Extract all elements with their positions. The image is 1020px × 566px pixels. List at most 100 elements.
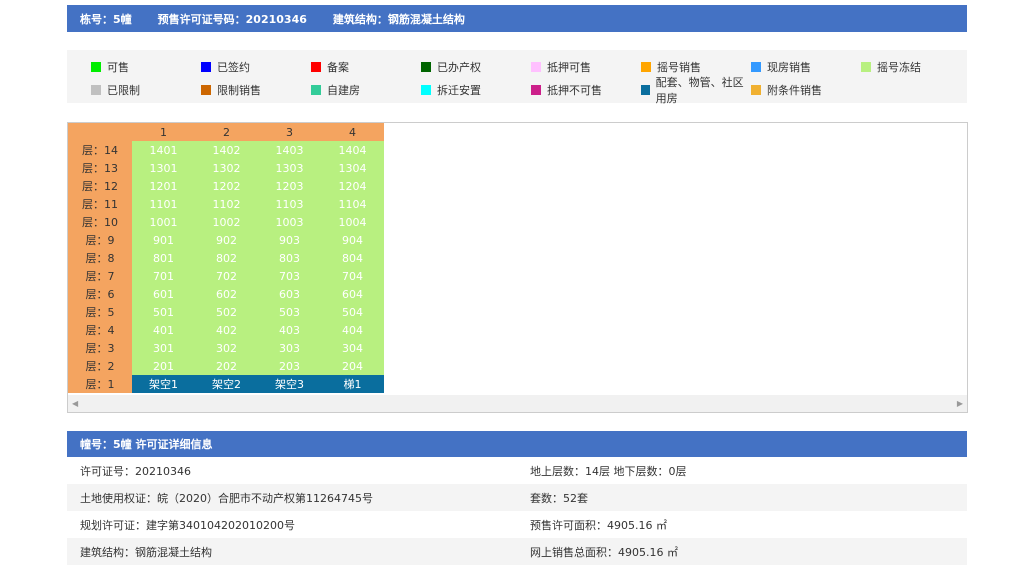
unit-cell[interactable]: 701: [132, 267, 195, 285]
unit-cell[interactable]: 1302: [195, 159, 258, 177]
scroll-right-icon[interactable]: ▶: [957, 399, 963, 408]
unit-cell[interactable]: 1102: [195, 195, 258, 213]
unit-cell[interactable]: 703: [258, 267, 321, 285]
floor-row: 层：7 701 702 703 704: [68, 267, 384, 285]
unit-cell[interactable]: 402: [195, 321, 258, 339]
unit-cell[interactable]: 304: [321, 339, 384, 357]
unit-cell[interactable]: 302: [195, 339, 258, 357]
unit-cell[interactable]: 1304: [321, 159, 384, 177]
unit-cell[interactable]: 601: [132, 285, 195, 303]
unit-cell[interactable]: 802: [195, 249, 258, 267]
unit-cell[interactable]: 502: [195, 303, 258, 321]
unit-cell[interactable]: 203: [258, 357, 321, 375]
unit-cell[interactable]: 1002: [195, 213, 258, 231]
unit-cell[interactable]: 1001: [132, 213, 195, 231]
floor-label: 层：13: [68, 159, 132, 177]
unit-cell[interactable]: 602: [195, 285, 258, 303]
unit-cell[interactable]: 204: [321, 357, 384, 375]
detail-field: 建筑结构：钢筋混凝土结构: [80, 545, 212, 559]
floor-label: 层：5: [68, 303, 132, 321]
floor-row: 层：8 801 802 803 804: [68, 249, 384, 267]
legend-swatch-icon: [641, 61, 651, 72]
floor-row: 层：6 601 602 603 604: [68, 285, 384, 303]
unit-cell[interactable]: 1101: [132, 195, 195, 213]
unit-cell[interactable]: 1303: [258, 159, 321, 177]
unit-cell[interactable]: 1103: [258, 195, 321, 213]
legend-swatch-icon: [751, 61, 761, 72]
floor-row: 层：12 1201 1202 1203 1204: [68, 177, 384, 195]
unit-cell[interactable]: 1402: [195, 141, 258, 159]
legend-item: 摇号冻结: [861, 55, 971, 78]
floor-label: 层：4: [68, 321, 132, 339]
column-header: 4: [321, 123, 384, 141]
detail-title: 幢号：5幢 许可证详细信息: [67, 431, 967, 457]
unit-cell[interactable]: 1204: [321, 177, 384, 195]
unit-cell[interactable]: 202: [195, 357, 258, 375]
unit-cell[interactable]: 梯1: [321, 375, 384, 393]
unit-cell[interactable]: 904: [321, 231, 384, 249]
legend-item: 已限制: [91, 78, 201, 101]
unit-cell[interactable]: 401: [132, 321, 195, 339]
unit-cell[interactable]: 1003: [258, 213, 321, 231]
unit-cell[interactable]: 504: [321, 303, 384, 321]
unit-cell[interactable]: 403: [258, 321, 321, 339]
unit-cell[interactable]: 301: [132, 339, 195, 357]
unit-cell[interactable]: 1004: [321, 213, 384, 231]
floor-row: 层：3 301 302 303 304: [68, 339, 384, 357]
unit-cell[interactable]: 1403: [258, 141, 321, 159]
unit-cell[interactable]: 603: [258, 285, 321, 303]
unit-cell[interactable]: 1202: [195, 177, 258, 195]
floor-row: 层：11 1101 1102 1103 1104: [68, 195, 384, 213]
unit-cell[interactable]: 501: [132, 303, 195, 321]
unit-cell[interactable]: 201: [132, 357, 195, 375]
unit-cell[interactable]: 架空1: [132, 375, 195, 393]
legend-swatch-icon: [311, 84, 321, 95]
floor-label: 层：11: [68, 195, 132, 213]
legend-label: 拆迁安置: [437, 83, 481, 97]
unit-cell[interactable]: 801: [132, 249, 195, 267]
unit-cell[interactable]: 804: [321, 249, 384, 267]
unit-cell[interactable]: 1404: [321, 141, 384, 159]
unit-cell[interactable]: 架空3: [258, 375, 321, 393]
unit-cell[interactable]: 1201: [132, 177, 195, 195]
unit-cell[interactable]: 503: [258, 303, 321, 321]
unit-cell[interactable]: 架空2: [195, 375, 258, 393]
unit-cell[interactable]: 404: [321, 321, 384, 339]
detail-row: 规划许可证：建字第340104202010200号 预售许可面积：4905.16 …: [67, 511, 967, 538]
unit-cell[interactable]: 604: [321, 285, 384, 303]
unit-cell[interactable]: 903: [258, 231, 321, 249]
unit-cell[interactable]: 702: [195, 267, 258, 285]
floor-label: 层：3: [68, 339, 132, 357]
unit-cell[interactable]: 1301: [132, 159, 195, 177]
scroll-left-icon[interactable]: ◀: [72, 399, 78, 408]
unit-cell[interactable]: 1104: [321, 195, 384, 213]
unit-cell[interactable]: 1401: [132, 141, 195, 159]
horizontal-scrollbar[interactable]: ◀ ▶: [68, 395, 967, 412]
floor-label: 层：2: [68, 357, 132, 375]
legend-item: 配套、物管、社区用房: [641, 76, 751, 105]
legend-item: 已签约: [201, 55, 311, 78]
unit-cell[interactable]: 1203: [258, 177, 321, 195]
unit-cell[interactable]: 902: [195, 231, 258, 249]
legend-swatch-icon: [91, 84, 101, 95]
legend-swatch-icon: [311, 61, 321, 72]
unit-grid: 1 2 3 4 层：14 1401 1402 1403 1404 层：13 1301 1302 1303…: [67, 122, 968, 413]
permit-number: 预售许可证号码：20210346: [157, 12, 307, 26]
legend-swatch-icon: [421, 84, 431, 95]
unit-cell[interactable]: 704: [321, 267, 384, 285]
detail-field: 套数：52套: [530, 491, 588, 505]
floor-row: 层：5 501 502 503 504: [68, 303, 384, 321]
legend-swatch-icon: [421, 61, 431, 72]
unit-cell[interactable]: 303: [258, 339, 321, 357]
legend-swatch-icon: [751, 84, 761, 95]
legend-label: 已办产权: [437, 60, 481, 74]
unit-cell[interactable]: 803: [258, 249, 321, 267]
floor-label: 层：8: [68, 249, 132, 267]
legend-item: 已办产权: [421, 55, 531, 78]
unit-cell[interactable]: 901: [132, 231, 195, 249]
legend-label: 抵押不可售: [547, 83, 602, 97]
legend-label: 自建房: [327, 83, 360, 97]
legend-label: 摇号冻结: [877, 60, 921, 74]
floor-label: 层：6: [68, 285, 132, 303]
legend-item: 拆迁安置: [421, 78, 531, 101]
